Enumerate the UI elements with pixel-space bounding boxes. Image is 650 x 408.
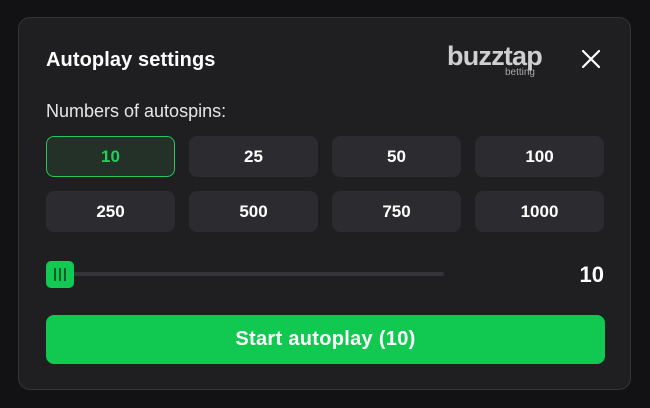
grip-icon (64, 268, 66, 281)
start-autoplay-button[interactable]: Start autoplay (10) (46, 315, 605, 364)
slider-track[interactable] (46, 272, 444, 276)
close-icon (581, 49, 601, 69)
autospins-option-25[interactable]: 25 (189, 136, 318, 177)
grip-icon (59, 268, 61, 281)
autospins-label: Numbers of autospins: (46, 101, 227, 121)
close-button[interactable] (580, 48, 602, 70)
brand-logo: buzztap betting (447, 40, 557, 80)
brand-tagline: betting (504, 67, 535, 78)
autospins-option-10[interactable]: 10 (46, 136, 175, 177)
autospins-option-100[interactable]: 100 (475, 136, 604, 177)
grip-icon (54, 268, 56, 281)
autospins-option-50[interactable]: 50 (332, 136, 461, 177)
slider-value: 10 (579, 262, 604, 287)
autospins-option-750[interactable]: 750 (332, 191, 461, 232)
autospins-slider[interactable] (46, 261, 444, 289)
dialog-title: Autoplay settings (46, 49, 216, 71)
autospins-options: 10 25 50 100 250 500 750 1000 (46, 136, 605, 232)
autospins-option-1000[interactable]: 1000 (475, 191, 604, 232)
slider-thumb[interactable] (46, 261, 74, 288)
autospins-option-500[interactable]: 500 (189, 191, 318, 232)
autospins-option-250[interactable]: 250 (46, 191, 175, 232)
autoplay-settings-dialog: Autoplay settings buzztap betting Number… (18, 17, 631, 390)
